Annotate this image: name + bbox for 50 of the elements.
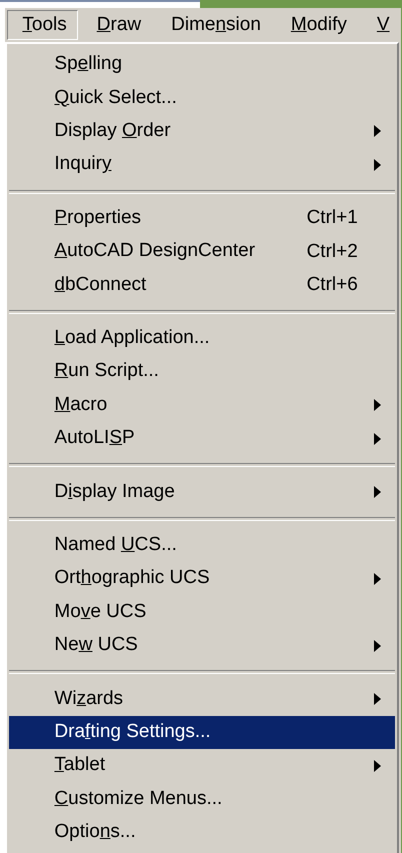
menu-item-label: Named UCS...	[54, 534, 178, 556]
menu-item-label: Quick Select...	[54, 88, 178, 109]
menu-item-label: Macro	[54, 394, 108, 416]
menu-item-label: Properties	[54, 208, 142, 229]
menu-item[interactable]: Orthographic UCS	[9, 562, 395, 596]
menu-item[interactable]: Wizards	[9, 682, 395, 716]
menu-item-label: AutoLISP	[54, 428, 136, 450]
menu-bar-item[interactable]: Draw	[82, 10, 152, 40]
shortcut-label: Ctrl+6	[306, 274, 359, 296]
menu-item[interactable]: Spelling	[9, 48, 395, 82]
shortcut-label: Ctrl+2	[306, 240, 359, 263]
menu-item[interactable]: AutoCAD DesignCenter Ctrl+2	[9, 234, 395, 268]
menu-item[interactable]: Named UCS...	[9, 528, 395, 562]
menu-item[interactable]: AutoLISP	[9, 422, 395, 456]
menu-item-label: Load Application...	[54, 328, 211, 349]
menu-item[interactable]: Display Order	[9, 114, 395, 148]
menu-item[interactable]: New UCS	[9, 628, 395, 662]
menu-item[interactable]: Load Application...	[9, 322, 395, 356]
menu-item[interactable]: Run Script...	[9, 355, 395, 389]
menu-item-label: Display Order	[54, 121, 172, 142]
menu-item-label: Orthographic UCS	[54, 568, 211, 590]
menu-bar-item[interactable]: Modify	[276, 10, 358, 40]
menu-item[interactable]: Properties Ctrl+1	[9, 202, 395, 235]
menu-item[interactable]: Drafting Settings...	[9, 716, 395, 750]
menu-item[interactable]: Macro	[9, 388, 395, 422]
menu-item-label: Options...	[54, 822, 137, 843]
menu-item[interactable]: dbConnect Ctrl+6	[9, 268, 395, 302]
menu-item[interactable]: Options...	[9, 816, 395, 850]
menu-item-label: AutoCAD DesignCenter	[54, 241, 256, 262]
menu-bar-item[interactable]: V	[362, 10, 401, 40]
menu-item[interactable]: Move UCS	[9, 595, 395, 629]
menu-item-label: Wizards	[54, 688, 124, 710]
menu-item[interactable]: Quick Select...	[9, 81, 395, 115]
menu-item-label: Inquiry	[54, 154, 112, 176]
menu-item-label: Run Script...	[54, 361, 160, 382]
menu-item-label: Display Image	[54, 482, 176, 502]
menu-bar-item[interactable]: Dimension	[156, 10, 272, 40]
menu-bar-item[interactable]: Tools	[7, 10, 78, 40]
menu-item-label: Move UCS	[54, 602, 148, 623]
menu-item-label: Tablet	[54, 755, 106, 776]
menu-item-label: dbConnect	[54, 274, 148, 296]
menu-item[interactable]: Display Image	[9, 475, 395, 509]
menu-item-label: Drafting Settings...	[54, 722, 212, 743]
menu-item-label: Customize Menus...	[54, 788, 224, 810]
menu-item[interactable]: Inquiry	[9, 148, 395, 182]
shortcut-label: Ctrl+1	[306, 207, 359, 230]
menu-item[interactable]: Customize Menus...	[9, 782, 395, 816]
menu-item[interactable]: Tablet	[9, 749, 395, 782]
menu-item-label: Spelling	[54, 54, 124, 76]
menu-item-label: New UCS	[54, 635, 139, 656]
